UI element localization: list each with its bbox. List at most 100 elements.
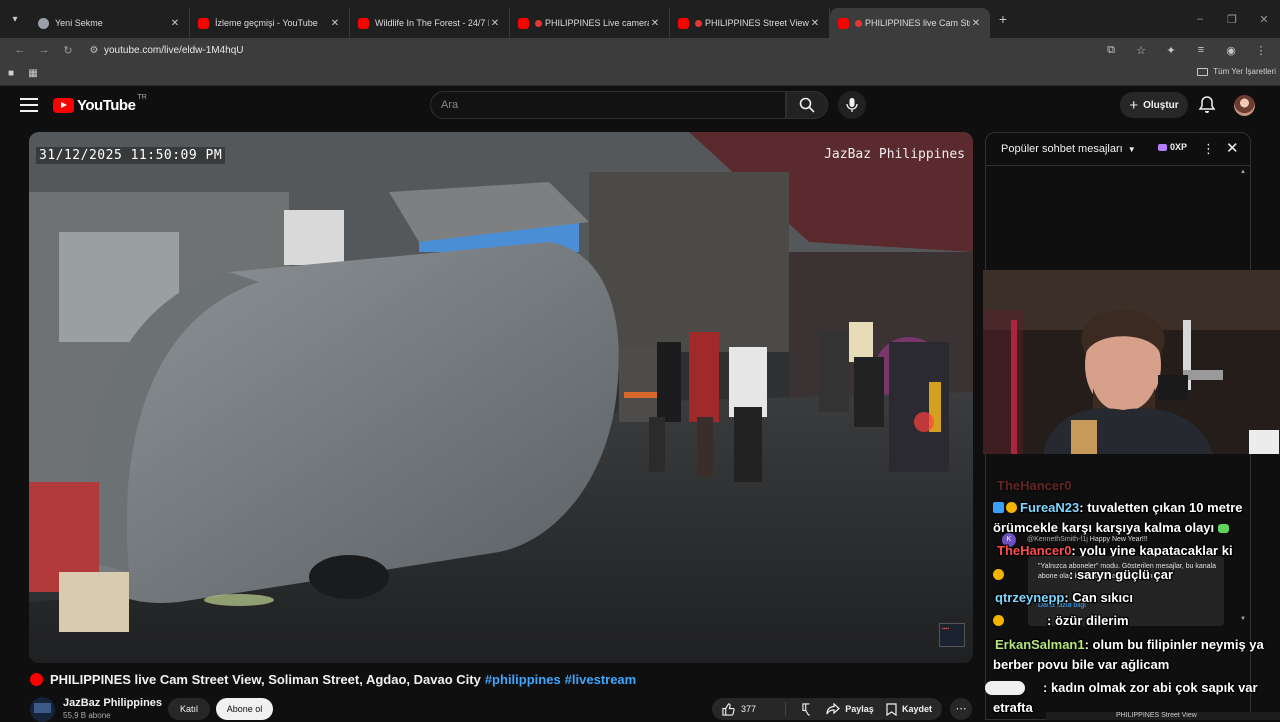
chat-mode-dropdown[interactable]: Popüler sohbet mesajları	[1001, 143, 1123, 155]
microphone-icon	[846, 98, 858, 112]
streamer-webcam-overlay	[983, 270, 1280, 454]
hashtag-link[interactable]: #philippines	[485, 672, 561, 687]
chat-text: berber povu bile var ağlicam	[993, 657, 1170, 672]
plus-icon: +	[1129, 96, 1139, 114]
tab-label: Wildlife In The Forest - 24/7 LIV	[375, 18, 489, 28]
site-info-icon[interactable]: ⚙	[84, 45, 104, 56]
chat-message-faded: TheHancer0	[997, 478, 1072, 493]
chat-author[interactable]: ErkanSalman1	[995, 637, 1085, 652]
create-button[interactable]: + Oluştur	[1120, 92, 1188, 118]
like-button[interactable]: 377	[712, 702, 786, 716]
scroll-up-icon[interactable]: ▲	[1240, 169, 1246, 175]
window-controls: – ❐ ✕	[1184, 0, 1280, 38]
minimize-icon[interactable]: –	[1184, 13, 1216, 25]
address-bar-row: ← → ↻ ⚙ youtube.com/live/eldw-1M4hqU ⧉ ☆…	[0, 38, 1280, 62]
profile-icon[interactable]: ◉	[1216, 44, 1246, 57]
search-input[interactable]: Ara	[430, 91, 786, 119]
forward-icon[interactable]: →	[32, 44, 56, 56]
join-button[interactable]: Katıl	[168, 698, 210, 720]
save-bookmark-icon	[886, 702, 897, 716]
tab-2[interactable]: Wildlife In The Forest - 24/7 LIV ✕	[350, 8, 510, 38]
tab-close-icon[interactable]: ✕	[970, 18, 982, 29]
tab-5-active[interactable]: PHILIPPINES live Cam Stree ✕	[830, 8, 990, 38]
channel-avatar[interactable]	[30, 697, 55, 722]
url-text[interactable]: youtube.com/live/eldw-1M4hqU	[104, 45, 244, 56]
tab-label: PHILIPPINES Street View Liv	[705, 18, 809, 28]
tab-3[interactable]: PHILIPPINES Live camera Va ✕	[510, 8, 670, 38]
tab-label: Yeni Sekme	[55, 18, 103, 28]
channel-name[interactable]: JazBaz Philippines	[63, 697, 162, 709]
camera-timestamp: 31/12/2025 11:50:09 PM	[36, 147, 226, 164]
tab-close-icon[interactable]: ✕	[329, 18, 341, 29]
tab-close-icon[interactable]: ✕	[809, 18, 821, 29]
video-player[interactable]: 31/12/2025 11:50:09 PM JazBaz Philippine…	[29, 132, 973, 663]
back-icon[interactable]: ←	[8, 44, 32, 56]
live-indicator-icon	[535, 19, 542, 27]
browser-tab-bar: ▾ Yeni Sekme ✕ İzleme geçmişi - YouTube …	[0, 0, 1280, 38]
verified-badge-icon	[993, 615, 1004, 626]
chat-menu-icon[interactable]: ⋮	[1202, 141, 1215, 157]
chat-text: örümcekle karşı karşıya kalma olayı	[993, 520, 1215, 535]
all-bookmarks[interactable]: Tüm Yer İşaretleri	[1197, 67, 1276, 76]
chat-text: : tuvaletten çıkan 10 metre	[1079, 500, 1243, 515]
account-avatar[interactable]	[1234, 95, 1255, 116]
youtube-logo[interactable]: YouTube TR	[53, 94, 147, 114]
share-label: Paylaş	[845, 704, 874, 714]
hamburger-menu-icon[interactable]	[20, 98, 38, 112]
media-controls-icon[interactable]: ≡	[1186, 44, 1216, 56]
next-video-strip[interactable]: PHILIPPINES Street View	[1046, 712, 1280, 720]
chat-message: : saryn güçlü çar	[993, 567, 1173, 582]
tab-close-icon[interactable]: ✕	[169, 18, 181, 29]
chat-author[interactable]: qtrzeynepp	[995, 590, 1064, 605]
chat-text: : özür dilerim	[1047, 613, 1129, 628]
tab-label: PHILIPPINES Live camera Va	[545, 18, 649, 28]
chat-text: : olum bu filipinler neymiş ya	[1084, 637, 1264, 652]
search-button[interactable]	[786, 91, 828, 119]
new-tab-button[interactable]: +	[990, 11, 1016, 27]
extensions-icon[interactable]: ✦	[1156, 44, 1186, 57]
notifications-bell-icon[interactable]	[1197, 95, 1217, 115]
tab-0[interactable]: Yeni Sekme ✕	[30, 8, 190, 38]
restore-icon[interactable]: ❐	[1216, 13, 1248, 26]
close-window-icon[interactable]: ✕	[1248, 13, 1280, 26]
chat-text: : kadın olmak zor abi çok sapık var	[1043, 680, 1258, 695]
more-actions-icon[interactable]: ⋯	[950, 698, 972, 720]
apps-grid-icon[interactable]: ▦	[22, 68, 44, 79]
close-chat-icon[interactable]: ✕	[1226, 139, 1239, 157]
bookmark-page-icon[interactable]: ■	[0, 68, 22, 79]
chat-author[interactable]: FureaN23	[1020, 500, 1079, 515]
omnibox[interactable]: ⚙ youtube.com/live/eldw-1M4hqU	[84, 40, 1114, 60]
like-count: 377	[741, 704, 757, 714]
tab-4[interactable]: PHILIPPINES Street View Liv ✕	[670, 8, 830, 38]
video-title-row: PHILIPPINES live Cam Street View, Solima…	[30, 672, 636, 687]
chevron-down-icon[interactable]: ▼	[1128, 145, 1136, 154]
chat-message: qtrzeynepp: Can sıkıcı	[995, 590, 1133, 605]
bookmark-star-icon[interactable]: ☆	[1126, 44, 1156, 57]
member-badge-icon	[993, 502, 1004, 513]
xp-badge[interactable]: 0XP	[1158, 142, 1187, 152]
verified-badge-icon	[1006, 502, 1017, 513]
chat-text: Happy New Year!!!	[1089, 536, 1148, 543]
youtube-play-icon	[53, 98, 74, 113]
tab-1[interactable]: İzleme geçmişi - YouTube ✕	[190, 8, 350, 38]
install-app-icon[interactable]: ⧉	[1096, 44, 1126, 57]
xp-icon	[1158, 143, 1167, 151]
browser-menu-icon[interactable]: ⋮	[1246, 44, 1276, 57]
chat-message: FureaN23: tuvaletten çıkan 10 metre	[993, 500, 1243, 515]
voice-search-button[interactable]	[838, 91, 866, 119]
youtube-icon	[518, 17, 529, 29]
toolbar-actions: ⧉ ☆ ✦ ≡ ◉ ⋮	[1096, 38, 1276, 62]
chat-message: etrafta	[993, 700, 1033, 715]
reload-icon[interactable]: ↻	[56, 44, 80, 57]
tab-close-icon[interactable]: ✕	[489, 18, 501, 29]
webcam-scene	[983, 270, 1280, 454]
scroll-down-icon[interactable]: ▼	[1240, 616, 1246, 622]
tab-search-icon[interactable]: ▾	[0, 0, 30, 38]
chat-author[interactable]: @KennethSmith-f1j	[1027, 536, 1088, 543]
verified-badge-icon	[993, 569, 1004, 580]
tab-close-icon[interactable]: ✕	[649, 18, 661, 29]
subscribe-button[interactable]: Abone ol	[216, 698, 273, 720]
chat-message: berber povu bile var ağlicam	[993, 657, 1169, 672]
hashtag-link[interactable]: #livestream	[565, 672, 637, 687]
save-button[interactable]: Kaydet	[876, 698, 942, 720]
